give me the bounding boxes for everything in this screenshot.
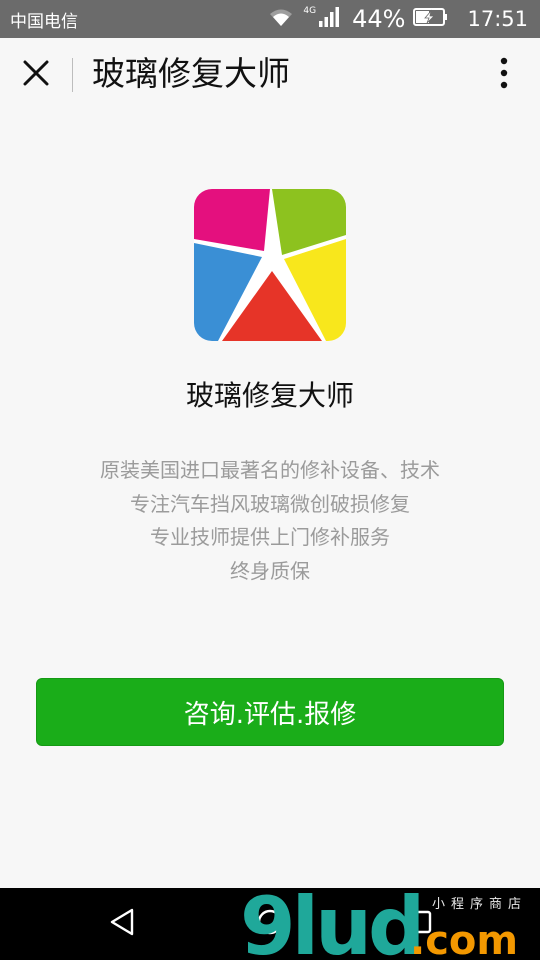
recent-apps-button[interactable] — [394, 898, 446, 950]
home-icon — [256, 908, 284, 940]
page-title: 玻璃修复大师 — [92, 54, 290, 93]
consult-repair-button[interactable]: 咨询.评估.报修 — [36, 678, 504, 746]
more-vertical-icon — [500, 57, 508, 93]
app-name: 玻璃修复大师 — [185, 379, 354, 412]
app-description: 原装美国进口最著名的修补设备、技术 专注汽车挡风玻璃微创破损修复 专业技师提供上… — [0, 454, 540, 588]
toolbar: 玻璃修复大师 — [0, 38, 540, 110]
home-button[interactable] — [244, 898, 296, 950]
signal-icon — [318, 6, 340, 32]
back-icon — [109, 908, 135, 940]
recent-apps-icon — [407, 909, 433, 939]
status-bar: 中国电信 4G 44% 17:51 — [0, 0, 540, 38]
more-options-button[interactable] — [484, 55, 524, 95]
description-line: 专注汽车挡风玻璃微创破损修复 — [130, 491, 410, 516]
battery-percent: 44% — [352, 5, 406, 33]
description-line: 专业技师提供上门修补服务 — [150, 525, 390, 549]
description-line: 原装美国进口最著名的修补设备、技术 — [100, 458, 440, 482]
close-button[interactable] — [16, 55, 56, 95]
close-icon — [23, 60, 49, 90]
toolbar-divider — [72, 58, 73, 92]
navigation-bar — [0, 888, 540, 960]
status-indicators: 4G 44% 17:51 — [267, 5, 528, 33]
battery-charging-icon — [413, 7, 449, 31]
network-type-label: 4G — [303, 6, 317, 16]
description-line: 终身质保 — [230, 558, 310, 583]
app-logo-icon — [194, 189, 346, 341]
carrier-name: 中国电信 — [10, 11, 78, 32]
back-button[interactable] — [96, 898, 148, 950]
wifi-icon — [267, 6, 295, 32]
clock: 17:51 — [467, 7, 528, 31]
